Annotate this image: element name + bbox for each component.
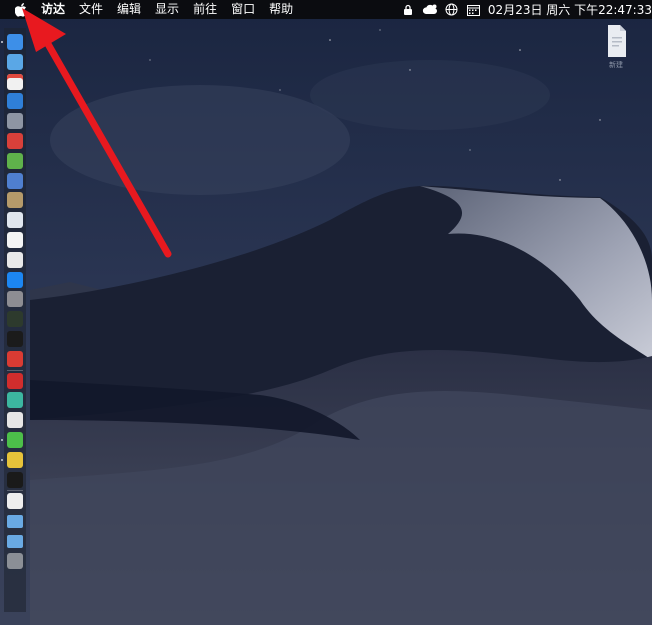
red-arrow-annotation: [22, 8, 172, 258]
